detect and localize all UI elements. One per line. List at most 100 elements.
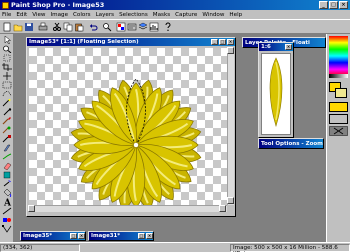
airbrush-icon[interactable] — [2, 180, 12, 188]
color-replacer-icon[interactable] — [2, 135, 12, 143]
vector-object-icon[interactable] — [2, 225, 12, 233]
paintbrush-icon[interactable] — [2, 117, 12, 125]
menu-edit[interactable]: Edit — [16, 12, 27, 18]
toggle-layers-icon[interactable] — [138, 22, 148, 32]
grayscale-strip[interactable] — [329, 74, 348, 78]
draw-tool-icon[interactable] — [2, 207, 12, 215]
magic-wand-icon[interactable] — [2, 99, 12, 107]
preset-shapes-icon[interactable] — [2, 216, 12, 224]
menu-image[interactable]: Image — [51, 12, 69, 18]
zoom-icon[interactable] — [102, 22, 112, 32]
minimized-titlebar: Image31* □ × — [89, 232, 153, 240]
menu-selections[interactable]: Selections — [119, 12, 148, 18]
status-bar: (334, 362) Image: 500 x 500 x 16 Million… — [0, 242, 350, 252]
menu-help[interactable]: Help — [229, 12, 242, 18]
tool-palette: A — [0, 34, 14, 242]
image-window-title: Image53* [1:1] (Floating Selection) — [29, 39, 139, 45]
minimized-titlebar: Image35* □ × — [21, 232, 85, 240]
paste-icon[interactable] — [74, 22, 84, 32]
mover-tool-icon[interactable] — [2, 72, 12, 80]
flower-image — [70, 78, 202, 205]
retouch-tool-icon[interactable] — [2, 144, 12, 152]
toggle-tool-options-icon[interactable] — [127, 22, 137, 32]
image-canvas[interactable] — [29, 48, 227, 205]
open-folder-icon[interactable] — [13, 22, 23, 32]
layer-thumbnail-window[interactable]: 1:6 × — [258, 42, 294, 138]
new-file-icon[interactable] — [2, 22, 12, 32]
freehand-tool-icon[interactable] — [2, 90, 12, 98]
restore-button[interactable]: □ — [70, 233, 77, 239]
image-minimize-button[interactable]: _ — [211, 39, 218, 45]
scroll-left-arrow-icon[interactable] — [28, 205, 35, 212]
workspace: Image53* [1:1] (Floating Selection) _ □ … — [14, 34, 326, 242]
app-window: Paint Shop Pro - Image53 _ □ × File Edit… — [0, 0, 350, 252]
vertical-scrollbar[interactable] — [227, 47, 234, 205]
menu-bar: File Edit View Image Colors Layers Selec… — [0, 10, 350, 19]
foreground-style-swatch[interactable] — [329, 102, 348, 112]
minimize-button[interactable]: _ — [319, 1, 328, 9]
image-window-titlebar[interactable]: Image53* [1:1] (Floating Selection) _ □ … — [27, 38, 235, 46]
layer-thumbnail-view — [261, 53, 291, 135]
dropper-tool-icon[interactable] — [2, 108, 12, 116]
zoom-tool-icon[interactable] — [2, 45, 12, 53]
status-coords: (334, 362) — [0, 243, 80, 252]
help-icon[interactable] — [163, 22, 173, 32]
picture-tube-icon[interactable] — [2, 171, 12, 179]
text-tool-icon[interactable]: A — [2, 198, 12, 207]
app-icon[interactable] — [2, 1, 9, 9]
menu-colors[interactable]: Colors — [73, 12, 91, 18]
minimized-window-image35[interactable]: Image35* □ × — [20, 231, 86, 241]
menu-layers[interactable]: Layers — [96, 12, 115, 18]
tool-options-window[interactable]: Tool Options - Zoom — [258, 138, 324, 149]
tool-options-title: Tool Options - Zoom — [261, 140, 323, 147]
close-button[interactable]: × — [339, 1, 348, 9]
flood-fill-icon[interactable] — [2, 189, 12, 197]
layer-thumbnail-titlebar[interactable]: 1:6 × — [259, 43, 293, 51]
image-maximize-button[interactable]: □ — [219, 39, 226, 45]
background-color-swatch[interactable] — [335, 88, 347, 98]
layer-thumbnail-title: 1:6 — [261, 44, 271, 50]
horizontal-scrollbar[interactable] — [28, 205, 227, 212]
crop-tool-icon[interactable] — [2, 63, 12, 71]
background-style-swatch[interactable] — [329, 114, 348, 124]
image-window[interactable]: Image53* [1:1] (Floating Selection) _ □ … — [26, 37, 236, 217]
menu-masks[interactable]: Masks — [153, 12, 170, 18]
clone-brush-icon[interactable] — [2, 126, 12, 134]
flower-center — [133, 142, 139, 148]
maximize-button[interactable]: □ — [329, 1, 338, 9]
image-close-button[interactable]: × — [227, 39, 234, 45]
app-titlebar[interactable]: Paint Shop Pro - Image53 _ □ × — [0, 0, 350, 10]
toggle-palette-icon[interactable] — [116, 22, 126, 32]
restore-button[interactable]: □ — [138, 233, 145, 239]
close-button[interactable]: × — [78, 233, 85, 239]
menu-window[interactable]: Window — [202, 12, 224, 18]
petal-thumbnail-icon — [269, 57, 283, 128]
cut-icon[interactable] — [52, 22, 62, 32]
menu-file[interactable]: File — [2, 12, 11, 18]
close-button[interactable]: × — [146, 233, 153, 239]
scroll-right-arrow-icon[interactable] — [219, 205, 226, 212]
arrow-tool-icon[interactable] — [2, 36, 12, 44]
print-icon[interactable] — [38, 22, 48, 32]
transparency-toggle-icon[interactable] — [329, 126, 348, 136]
minimized-title: Image31* — [91, 233, 121, 239]
status-image-info: Image: 500 x 500 x 16 Million - 588.6 KB… — [230, 243, 350, 252]
toggle-histogram-icon[interactable] — [149, 22, 159, 32]
minimized-window-image31[interactable]: Image31* □ × — [88, 231, 154, 241]
menu-capture[interactable]: Capture — [175, 12, 197, 18]
eraser-tool-icon[interactable] — [2, 162, 12, 170]
scratch-remover-icon[interactable] — [2, 153, 12, 161]
deform-tool-icon[interactable] — [2, 54, 12, 62]
save-icon[interactable] — [24, 22, 34, 32]
selection-tool-icon[interactable] — [2, 81, 12, 89]
menu-view[interactable]: View — [32, 12, 45, 18]
minimized-title: Image35* — [23, 233, 53, 239]
scroll-down-arrow-icon[interactable] — [227, 197, 234, 204]
scroll-up-arrow-icon[interactable] — [227, 47, 234, 54]
copy-icon[interactable] — [63, 22, 73, 32]
layer-thumbnail-close-button[interactable]: × — [285, 44, 292, 50]
undo-icon[interactable] — [88, 22, 98, 32]
tool-options-titlebar[interactable]: Tool Options - Zoom — [259, 139, 323, 148]
svg-text:A: A — [3, 199, 12, 207]
color-picker-spectrum[interactable] — [329, 36, 348, 76]
